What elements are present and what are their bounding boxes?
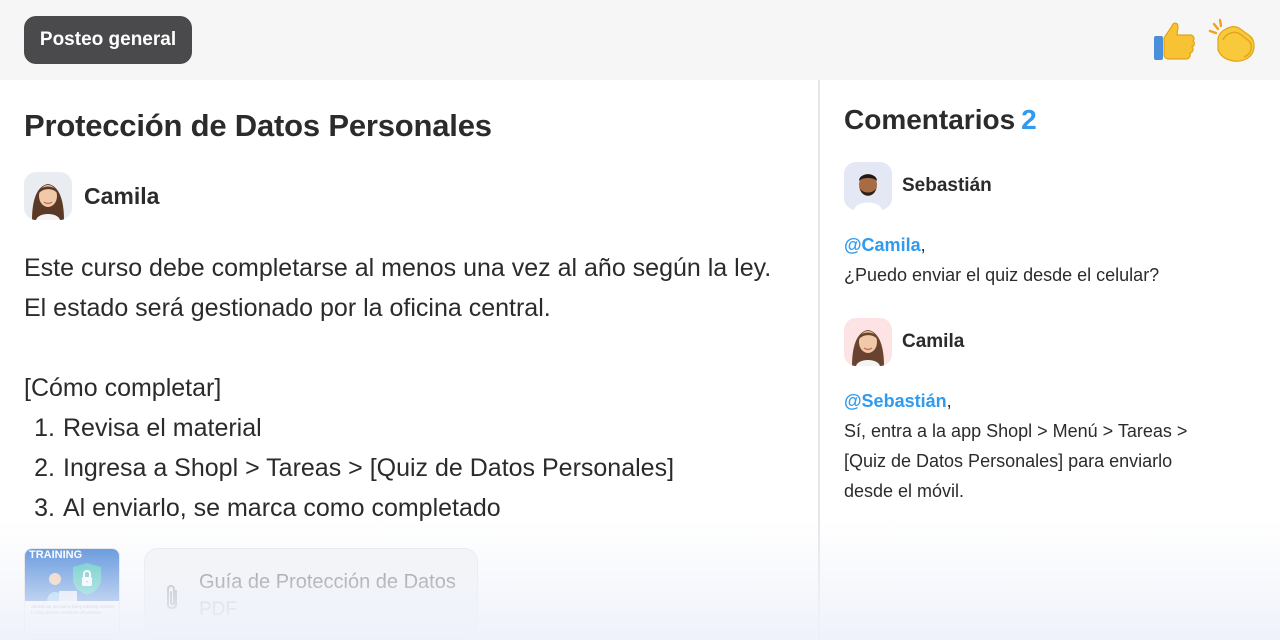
attachment-type: PDF	[199, 599, 237, 620]
comment-author[interactable]: Camila	[844, 318, 1254, 366]
attachments: • TRAINING Attend our annual privacy tra…	[24, 548, 478, 640]
mention-link[interactable]: @Sebastián	[844, 391, 947, 411]
comments-panel: Comentarios 2 Sebastián @Camila, ¿Puedo e…	[820, 80, 1280, 640]
avatar	[844, 318, 892, 366]
section-heading: [Cómo completar]	[24, 374, 222, 402]
mention-link[interactable]: @Camila	[844, 235, 921, 255]
reactions-bar	[1150, 14, 1258, 66]
avatar	[24, 172, 72, 220]
post-author[interactable]: Camila	[24, 172, 159, 220]
post-paragraph-line: El estado será gestionado por la oficina…	[24, 294, 551, 322]
training-badge: TRAINING	[29, 549, 83, 561]
steps-list: 1. Revisa el material 2. Ingresa a Shopl >…	[24, 408, 814, 528]
list-item: 2. Ingresa a Shopl > Tareas > [Quiz de Da…	[34, 454, 675, 482]
post-body: Este curso debe completarse al menos una…	[24, 248, 814, 528]
attachment-name: Guía de Protección de Datos	[199, 571, 456, 593]
comments-count: 2	[1021, 104, 1037, 135]
avatar	[844, 162, 892, 210]
list-item: 3. Al enviarlo, se marca como completado	[34, 494, 501, 522]
training-thumbnail[interactable]: • TRAINING Attend our annual privacy tra…	[24, 548, 120, 640]
comments-title: Comentarios 2	[844, 104, 1037, 135]
author-name: Camila	[84, 182, 160, 209]
comment-text: @Camila, ¿Puedo enviar el quiz desde el …	[844, 235, 1160, 285]
post-paragraph-line: Este curso debe completarse al menos una…	[24, 254, 772, 282]
thumbs-up-icon[interactable]	[1150, 14, 1202, 66]
comment-author-name: Sebastián	[902, 175, 992, 196]
comment-author-name: Camila	[902, 331, 965, 352]
clapping-hands-icon[interactable]	[1206, 14, 1258, 66]
comment-item: Camila @Sebastián, Sí, entra a la app Sh…	[844, 318, 1254, 506]
svg-text:•: •	[86, 580, 89, 586]
list-item: 1. Revisa el material	[34, 414, 262, 442]
comment-text: @Sebastián, Sí, entra a la app Shopl > M…	[844, 391, 1188, 501]
comment-item: Sebastián @Camila, ¿Puedo enviar el quiz…	[844, 162, 1254, 290]
paperclip-icon	[167, 585, 177, 609]
post-panel: Protección de Datos Personales Camila Es…	[0, 80, 819, 640]
post-title: Protección de Datos Personales	[24, 108, 492, 143]
comment-author[interactable]: Sebastián	[844, 162, 1254, 210]
post-category-chip[interactable]: Posteo general	[24, 16, 192, 64]
attachment-card[interactable]: Guía de Protección de Datos PDF	[144, 548, 478, 640]
training-illustration: •	[25, 549, 119, 639]
top-bar: Posteo general	[0, 0, 1280, 80]
training-caption: Attend our annual privacy training sessi…	[31, 604, 115, 615]
